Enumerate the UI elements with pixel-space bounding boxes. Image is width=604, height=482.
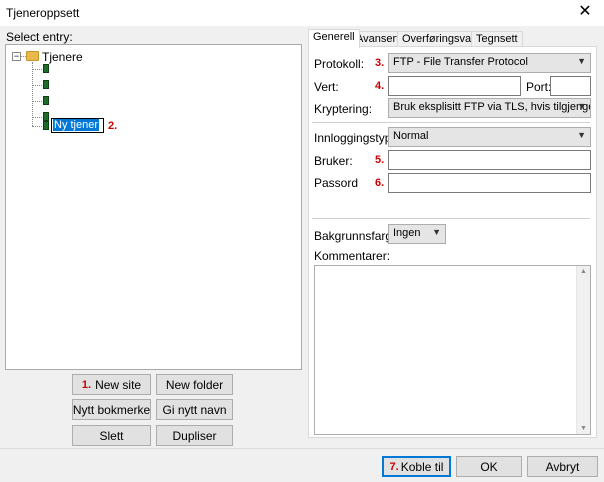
step-marker: 7. [389, 460, 399, 473]
step-marker: 4. [375, 80, 385, 92]
port-input[interactable] [550, 76, 591, 96]
cancel-button[interactable]: Avbryt [527, 456, 598, 477]
protocol-label: Protokoll: [314, 57, 365, 71]
user-label: Bruker: [314, 154, 353, 168]
close-icon[interactable]: ✕ [576, 3, 594, 21]
protocol-select[interactable]: FTP - File Transfer Protocol ▼ [388, 53, 591, 73]
divider [312, 122, 590, 123]
duplicate-button[interactable]: Dupliser [156, 425, 233, 446]
step-marker: 5. [375, 154, 385, 166]
comments-textarea[interactable]: ▲ ▼ [314, 265, 591, 435]
new-site-label: New site [95, 377, 142, 392]
new-folder-button[interactable]: New folder [156, 374, 233, 395]
server-icon[interactable] [43, 112, 49, 121]
tab-tegnsett[interactable]: Tegnsett [471, 31, 523, 47]
title-bar [0, 0, 604, 26]
password-input[interactable] [388, 173, 591, 193]
connect-button[interactable]: 7. Koble til [382, 456, 451, 477]
server-icon[interactable] [43, 96, 49, 105]
host-input[interactable] [388, 76, 521, 96]
encryption-label: Kryptering: [314, 102, 373, 116]
step-marker: 1. [81, 378, 92, 391]
select-entry-label: Select entry: [6, 30, 73, 44]
connect-label: Koble til [400, 459, 444, 474]
scroll-down-icon[interactable]: ▼ [577, 425, 590, 432]
server-icon[interactable] [43, 121, 49, 130]
background-color-select[interactable]: Ingen ▼ [388, 224, 446, 244]
new-bookmark-button[interactable]: Nytt bokmerke [72, 399, 151, 420]
server-icon[interactable] [43, 80, 49, 89]
step-marker: 2. [108, 120, 118, 132]
scroll-up-icon[interactable]: ▲ [577, 268, 590, 275]
chevron-down-icon: ▼ [577, 56, 586, 66]
step-marker: 6. [375, 177, 385, 189]
encryption-value: Bruk eksplisitt FTP via TLS, hvis tilgje… [393, 101, 591, 113]
tree-root-label[interactable]: Tjenere [42, 50, 83, 64]
tree-connector [32, 101, 42, 102]
tree-connector [32, 69, 42, 70]
logon-type-select[interactable]: Normal ▼ [388, 127, 591, 147]
rename-button[interactable]: Gi nytt navn [156, 399, 233, 420]
server-icon[interactable] [43, 64, 49, 73]
collapse-icon[interactable]: − [12, 52, 21, 61]
footer-divider [0, 448, 604, 449]
protocol-value: FTP - File Transfer Protocol [393, 56, 528, 68]
window-title: Tjeneroppsett [6, 6, 80, 20]
new-server-label: Ny tjener [53, 119, 100, 131]
host-label: Vert: [314, 80, 339, 94]
user-input[interactable] [388, 150, 591, 170]
background-color-value: Ingen [393, 227, 421, 239]
tab-generell[interactable]: Generell [308, 29, 360, 48]
port-label: Port: [526, 80, 552, 94]
comments-label: Kommentarer: [314, 249, 391, 263]
ok-button[interactable]: OK [456, 456, 522, 477]
tree-connector [32, 126, 42, 127]
tree-connector [32, 117, 42, 118]
password-label: Passord [314, 176, 359, 190]
chevron-down-icon: ▼ [432, 227, 441, 237]
comments-scrollbar[interactable]: ▲ ▼ [576, 266, 590, 434]
encryption-select[interactable]: Bruk eksplisitt FTP via TLS, hvis tilgje… [388, 98, 591, 118]
tree-connector [32, 85, 42, 86]
chevron-down-icon: ▼ [577, 101, 586, 111]
rename-field[interactable]: Ny tjener [51, 118, 104, 133]
delete-button[interactable]: Slett [72, 425, 151, 446]
site-tree[interactable]: − Tjenere Ny tjener 2. [5, 44, 302, 370]
logon-type-value: Normal [393, 130, 429, 142]
folder-icon [26, 51, 39, 61]
chevron-down-icon: ▼ [577, 130, 586, 140]
step-marker: 3. [375, 57, 385, 69]
divider [312, 218, 590, 219]
new-site-button[interactable]: 1. New site [72, 374, 151, 395]
general-tab-panel: Protokoll: 3. FTP - File Transfer Protoc… [308, 46, 597, 438]
